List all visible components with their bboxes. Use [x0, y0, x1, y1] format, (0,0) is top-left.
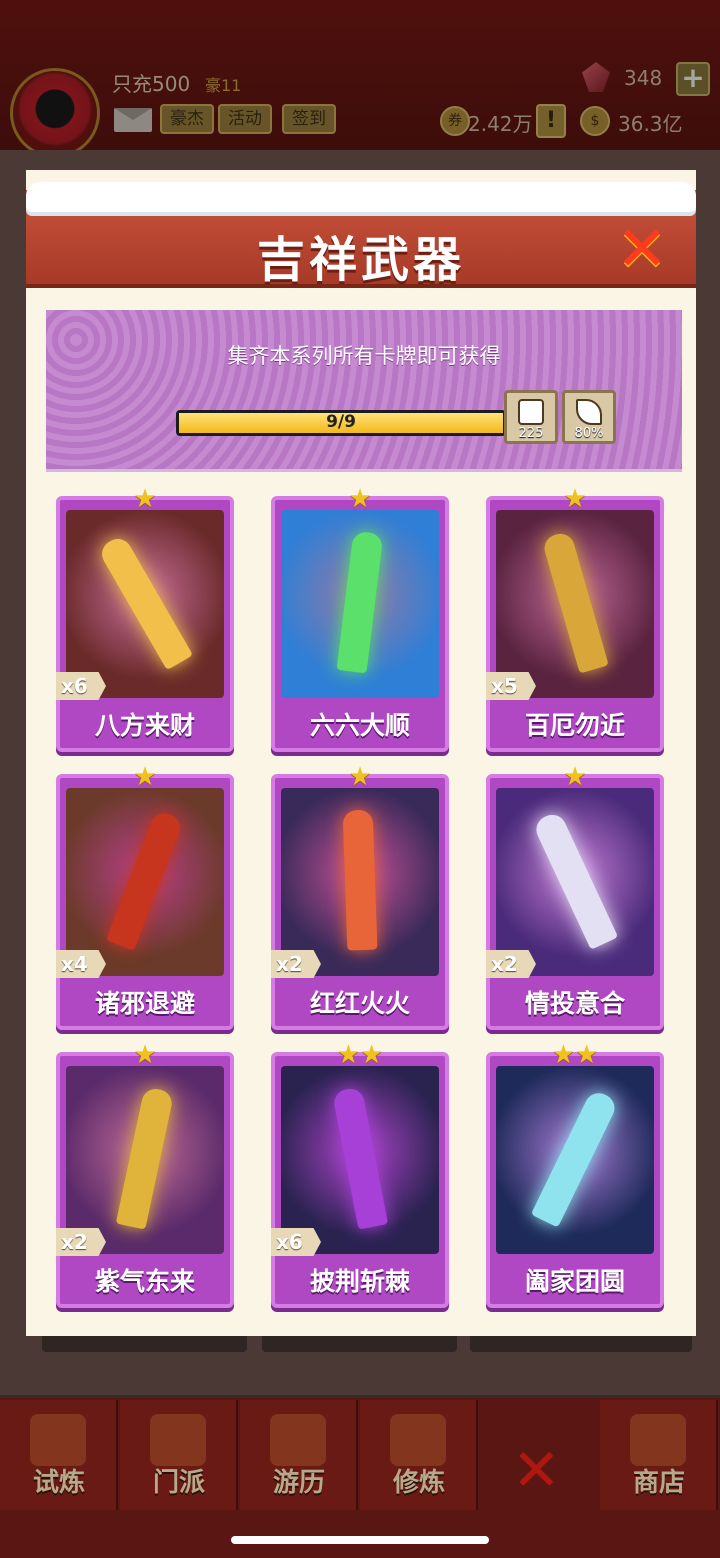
sect-icon	[150, 1414, 206, 1466]
card-count-badge: x4	[56, 950, 106, 978]
snow-decoration	[26, 182, 696, 212]
star-icon: ★★	[336, 1040, 384, 1070]
progress-text: 9/9	[326, 412, 356, 432]
weapon-card[interactable]: ★ x2 情投意合	[486, 764, 664, 1030]
star-icon: ★	[348, 484, 372, 514]
star-icon: ★★	[551, 1040, 599, 1070]
card-count-badge: x2	[56, 1228, 106, 1256]
dialog-header: 吉祥武器 ✕	[26, 182, 696, 288]
card-count-badge: x6	[271, 1228, 321, 1256]
weapon-icon	[342, 809, 378, 951]
dice-icon	[518, 399, 544, 425]
reward-dice[interactable]: 225	[504, 390, 558, 444]
nav-label: 游历	[272, 1468, 325, 1498]
card-name: 情投意合	[524, 989, 625, 1018]
close-icon[interactable]: ✕	[512, 1436, 561, 1504]
weapon-collection-dialog: 吉祥武器 ✕ 集齐本系列所有卡牌即可获得 9/9 225 80% ★ x6 八方来财…	[26, 170, 696, 1336]
weapon-icon	[105, 809, 185, 951]
weapon-art	[281, 510, 439, 698]
card-name: 红红火火	[309, 989, 410, 1018]
collection-progress-bar: 9/9	[176, 410, 506, 436]
card-name: 紫气东来	[94, 1267, 195, 1296]
card-name: 阖家团圆	[524, 1267, 625, 1296]
star-icon: ★	[133, 762, 157, 792]
collection-hint: 集齐本系列所有卡牌即可获得	[227, 344, 501, 368]
shop-icon	[630, 1414, 686, 1466]
nav-label: 商店	[632, 1468, 685, 1498]
weapon-card[interactable]: ★ x2 红红火火	[271, 764, 449, 1030]
star-icon: ★	[563, 762, 587, 792]
top-bar: 只充500 豪11 豪杰 活动 签到 348 + 券 2.42万 ! $ 36.…	[0, 0, 720, 158]
weapon-art	[281, 788, 439, 976]
card-count-badge: x2	[486, 950, 536, 978]
card-name: 六六大顺	[309, 711, 410, 740]
cultivate-icon	[390, 1414, 446, 1466]
weapon-icon	[531, 810, 619, 950]
nav-item-travel[interactable]: 游历	[240, 1400, 358, 1510]
travel-icon	[270, 1414, 326, 1466]
weapon-art	[496, 510, 654, 698]
star-icon: ★	[133, 484, 157, 514]
star-icon: ★	[563, 484, 587, 514]
trial-icon	[30, 1414, 86, 1466]
weapon-art	[66, 1066, 224, 1254]
weapon-card[interactable]: ★ x5 百厄勿近	[486, 486, 664, 752]
weapon-art	[281, 1066, 439, 1254]
weapon-icon	[331, 1086, 389, 1230]
nav-label: 门派	[152, 1468, 205, 1498]
weapon-card[interactable]: ★ 六六大顺	[271, 486, 449, 752]
weapon-art	[496, 1066, 654, 1254]
home-indicator[interactable]	[231, 1536, 489, 1544]
weapon-card[interactable]: ★ x4 诸邪退避	[56, 764, 234, 1030]
overlay-dim	[0, 0, 720, 150]
star-icon: ★	[348, 762, 372, 792]
weapon-card[interactable]: ★ x6 八方来财	[56, 486, 234, 752]
weapon-card[interactable]: ★★ x6 披荆斩棘	[271, 1042, 449, 1308]
nav-item-trial[interactable]: 试炼	[0, 1400, 118, 1510]
weapon-icon	[541, 530, 609, 674]
star-icon: ★	[133, 1040, 157, 1070]
weapon-icon	[530, 1088, 620, 1228]
weapon-card[interactable]: ★★ 阖家团圆	[486, 1042, 664, 1308]
weapon-icon	[97, 533, 193, 671]
close-button[interactable]: ✕	[612, 218, 672, 280]
nav-item-sect[interactable]: 门派	[120, 1400, 238, 1510]
weapon-card[interactable]: ★ x2 紫气东来	[56, 1042, 234, 1308]
card-count-badge: x5	[486, 672, 536, 700]
card-name: 百厄勿近	[524, 711, 625, 740]
card-count-badge: x2	[271, 950, 321, 978]
nav-label: 修炼	[392, 1468, 445, 1498]
nav-label: 试炼	[32, 1468, 85, 1498]
weapon-icon	[336, 530, 384, 674]
card-count-badge: x6	[56, 672, 106, 700]
nav-item-shop[interactable]: 商店	[600, 1400, 718, 1510]
knife-icon	[576, 399, 602, 425]
reward-knife-value: 80%	[574, 426, 604, 441]
collection-banner: 集齐本系列所有卡牌即可获得 9/9 225 80%	[46, 310, 682, 472]
reward-knife[interactable]: 80%	[562, 390, 616, 444]
weapon-art	[66, 510, 224, 698]
nav-item-cultivate[interactable]: 修炼	[360, 1400, 478, 1510]
card-name: 披荆斩棘	[309, 1267, 410, 1296]
card-name: 诸邪退避	[94, 989, 195, 1018]
weapon-icon	[115, 1086, 175, 1230]
dialog-title: 吉祥武器	[256, 232, 465, 288]
weapon-art	[496, 788, 654, 976]
reward-dice-value: 225	[518, 426, 544, 441]
weapon-art	[66, 788, 224, 976]
card-name: 八方来财	[94, 711, 195, 740]
